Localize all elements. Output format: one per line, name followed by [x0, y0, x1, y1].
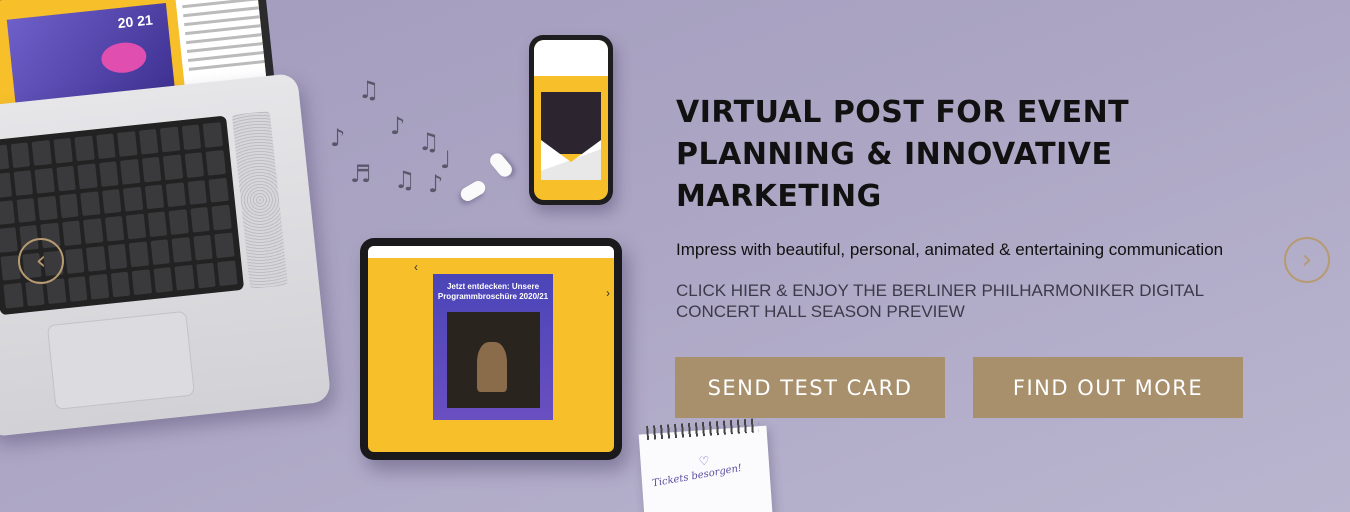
music-note-icon: ♪ — [330, 124, 346, 152]
heart-icon: ♡ — [698, 453, 710, 469]
keyboard-key — [64, 248, 85, 275]
carousel-next-button[interactable]: › — [1284, 237, 1330, 283]
keyboard-key — [166, 181, 186, 208]
keyboard-key — [80, 190, 101, 217]
keyboard-key — [13, 170, 34, 196]
keyboard-key — [141, 156, 162, 183]
keyboard-key — [0, 172, 12, 198]
keyboard-key — [16, 197, 36, 224]
chevron-right-icon: › — [1301, 245, 1313, 275]
keyboard — [0, 115, 245, 316]
keyboard-key — [67, 276, 88, 302]
keyboard-key — [217, 260, 238, 287]
keyboard-key — [110, 271, 131, 298]
keyboard-key — [174, 265, 195, 291]
keyboard-key — [98, 161, 119, 187]
keyboard-key — [181, 124, 202, 150]
keyboard-key — [3, 283, 24, 309]
keyboard-key — [31, 140, 52, 166]
keyboard-key — [196, 262, 217, 289]
hero-tagline: Impress with beautiful, personal, animat… — [676, 240, 1224, 259]
keyboard-key — [24, 280, 45, 307]
tablet-prev-icon: ‹ — [414, 260, 418, 274]
keyboard-key — [74, 135, 95, 162]
keyboard-key — [95, 133, 116, 159]
keyboard-key — [203, 122, 224, 148]
keyboard-key — [104, 216, 125, 242]
tablet-image: ‹ › Jetzt entdecken: Unsere Programmbros… — [360, 238, 622, 460]
keyboard-key — [147, 211, 168, 238]
keyboard-key — [211, 205, 232, 231]
keyboard-key — [126, 214, 147, 240]
send-test-card-button[interactable]: SEND TEST CARD — [675, 357, 945, 418]
find-out-more-button[interactable]: FIND OUT MORE — [973, 357, 1243, 418]
music-note-icon: ♫ — [394, 166, 416, 194]
keyboard-key — [55, 165, 76, 192]
keyboard-key — [205, 149, 226, 176]
keyboard-key — [83, 218, 104, 245]
keyboard-key — [77, 163, 98, 189]
music-note-icon: ♫ — [358, 76, 380, 104]
keyboard-key — [53, 137, 74, 164]
keyboard-key — [0, 199, 15, 226]
keyboard-key — [10, 142, 31, 168]
keyboard-key — [58, 193, 79, 219]
keyboard-key — [89, 274, 110, 300]
keyboard-key — [107, 244, 128, 270]
notepad-text: Tickets besorgen! — [651, 462, 743, 490]
laptop-image: 20 21 — [0, 0, 340, 440]
keyboard-key — [61, 220, 82, 247]
music-note-icon: ♪ — [428, 170, 444, 198]
music-note-icon: ♪ — [390, 112, 406, 140]
keyboard-key — [208, 177, 229, 203]
keyboard-key — [34, 167, 55, 194]
keyboard-key — [120, 158, 141, 185]
keyboard-key — [168, 209, 189, 236]
keyboard-key — [101, 188, 122, 215]
airpod-image — [458, 178, 488, 204]
keyboard-key — [138, 128, 159, 155]
keyboard-key — [214, 232, 235, 259]
music-note-icon: ♫ — [418, 128, 440, 156]
keyboard-key — [131, 269, 152, 296]
tablet-next-icon: › — [606, 286, 610, 300]
music-note-icon: ♬ — [350, 160, 372, 188]
keyboard-key — [144, 184, 165, 210]
keyboard-key — [0, 144, 9, 171]
trackpad — [46, 310, 195, 410]
tablet-headline: Jetzt entdecken: Unsere Programmbroschür… — [437, 282, 549, 301]
keyboard-key — [150, 239, 171, 266]
laptop-year: 20 21 — [116, 11, 154, 32]
keyboard-key — [129, 241, 149, 268]
keyboard-key — [184, 152, 205, 178]
carousel-prev-button[interactable]: ‹ — [18, 238, 64, 284]
keyboard-key — [160, 126, 181, 153]
airpod-image — [487, 150, 515, 180]
keyboard-key — [171, 237, 192, 263]
keyboard-key — [37, 195, 58, 222]
keyboard-key — [193, 235, 214, 261]
keyboard-key — [123, 186, 144, 213]
keyboard-key — [190, 207, 211, 233]
phone-image — [529, 35, 613, 205]
hero-headline: VIRTUAL POST FOR EVENT PLANNING & INNOVA… — [676, 95, 1130, 214]
tablet-brochure: Jetzt entdecken: Unsere Programmbroschür… — [433, 274, 553, 420]
keyboard-key — [163, 154, 184, 180]
keyboard-key — [86, 246, 107, 272]
notepad-image: ♡ Tickets besorgen! — [638, 418, 774, 512]
keyboard-key — [153, 267, 174, 293]
chevron-left-icon: ‹ — [35, 246, 47, 276]
hero-banner: 20 21 ♫ ♪ ♪ ♫ ♬ ♫ ♪ ♩ ‹ › Jetzt entdecke… — [0, 0, 1350, 512]
keyboard-key — [187, 179, 208, 206]
music-note-icon: ♩ — [440, 146, 452, 174]
hero-cta-link[interactable]: CLICK HIER & ENJOY THE BERLINER PHILHARM… — [676, 280, 1236, 322]
keyboard-key — [0, 227, 18, 254]
hero-content: VIRTUAL POST FOR EVENT PLANNING & INNOVA… — [676, 92, 1276, 322]
keyboard-key — [117, 131, 138, 157]
